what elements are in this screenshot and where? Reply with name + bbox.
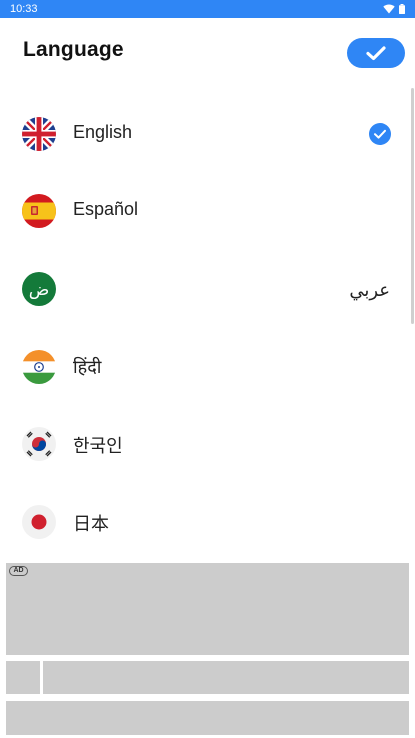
language-item-japanese[interactable]: 日本: [0, 483, 412, 560]
ad-text-placeholder[interactable]: [43, 661, 409, 694]
confirm-button[interactable]: [347, 38, 405, 68]
status-icons: [383, 4, 405, 14]
arabic-flag-glyph: ض: [29, 280, 50, 300]
language-label: English: [73, 122, 133, 142]
list-scrollbar[interactable]: [411, 88, 414, 324]
language-label: 日本: [73, 514, 109, 534]
language-item-spanish[interactable]: Español: [0, 172, 412, 249]
language-item-english[interactable]: English: [0, 95, 412, 172]
battery-icon: [399, 4, 405, 14]
check-icon: [366, 46, 386, 61]
language-list: English Español ض عربي हिंदी 한국인 日本: [0, 95, 415, 560]
language-item-korean[interactable]: 한국인: [0, 405, 412, 482]
language-item-arabic[interactable]: ض عربي: [0, 250, 412, 327]
status-time: 10:33: [10, 3, 38, 15]
ad-cta-placeholder[interactable]: [6, 701, 409, 735]
status-bar: 10:33: [0, 0, 415, 18]
ad-image-placeholder[interactable]: [6, 661, 40, 694]
language-label: 한국인: [73, 436, 123, 456]
korea-flag-icon: [22, 427, 56, 461]
india-flag-icon: [22, 350, 56, 384]
spain-flag-icon: [22, 194, 56, 228]
ad-banner[interactable]: [6, 563, 409, 655]
japan-flag-icon: [22, 505, 56, 539]
language-label: عربي: [349, 280, 390, 300]
language-item-hindi[interactable]: हिंदी: [0, 328, 412, 405]
arabic-flag-icon: ض: [22, 272, 56, 306]
selected-check-icon: [369, 123, 391, 145]
language-label: Español: [73, 199, 139, 219]
language-label: हिंदी: [73, 357, 102, 377]
page-title: Language: [23, 38, 124, 61]
app-screen: 10:33 Language English Español ض عربي हि…: [0, 0, 415, 738]
header: Language: [0, 18, 415, 86]
ad-badge: AD: [9, 566, 28, 576]
uk-flag-icon: [22, 117, 56, 151]
wifi-icon: [383, 4, 395, 14]
